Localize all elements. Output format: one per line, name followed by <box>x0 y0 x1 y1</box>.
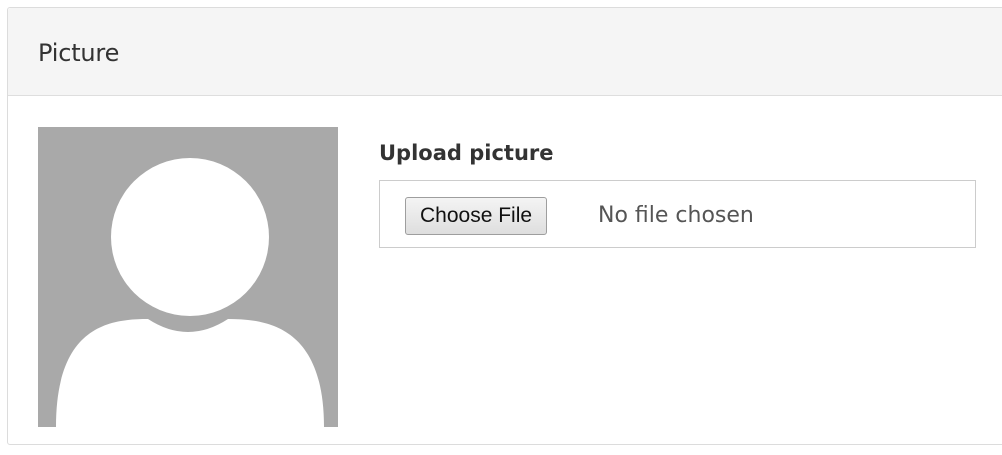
panel-header: Picture <box>8 8 1002 96</box>
upload-picture-label: Upload picture <box>379 141 554 165</box>
panel-title: Picture <box>38 39 120 67</box>
avatar-head <box>111 158 269 316</box>
file-status-text: No file chosen <box>598 203 754 228</box>
choose-file-button[interactable]: Choose File <box>405 197 548 235</box>
file-input[interactable]: Choose File No file chosen <box>379 180 976 248</box>
default-avatar-icon <box>38 127 338 427</box>
avatar-body <box>56 319 324 427</box>
picture-panel: Picture Upload picture Choose File No fi… <box>7 7 1002 445</box>
